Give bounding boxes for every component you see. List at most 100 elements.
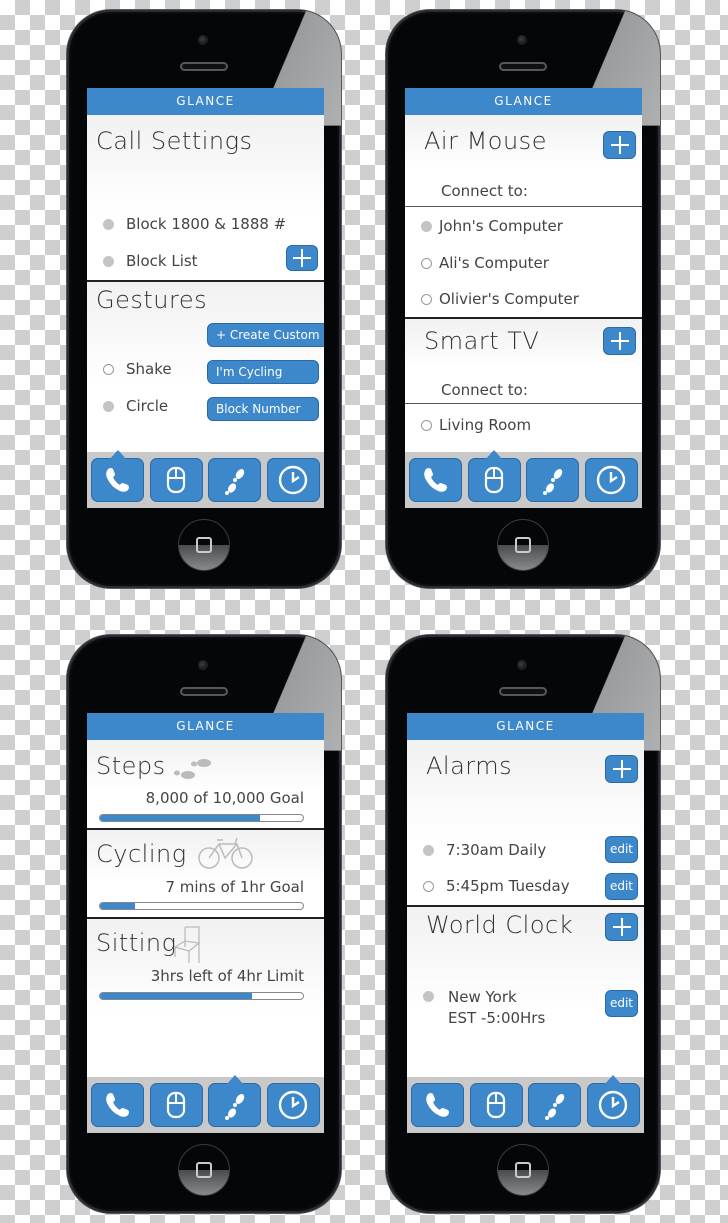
tab-calls[interactable] <box>91 450 144 502</box>
gesture-circle[interactable]: Circle <box>103 397 168 415</box>
tab-bar <box>87 1075 324 1133</box>
section-title: Gestures <box>96 286 208 314</box>
home-button[interactable] <box>178 1144 230 1196</box>
tab-clock[interactable] <box>584 458 638 502</box>
bicycle-icon <box>198 837 253 869</box>
gesture-label: Circle <box>126 397 169 415</box>
mouse-icon <box>159 1088 193 1122</box>
tab-mouse[interactable] <box>149 1083 203 1127</box>
radio-selected-icon[interactable] <box>103 255 114 267</box>
front-camera <box>517 660 527 670</box>
computer-john[interactable]: John's Computer <box>421 217 563 235</box>
footsteps-icon <box>538 1088 572 1122</box>
gesture-action-button[interactable]: Block Number <box>207 397 319 421</box>
computer-olivier[interactable]: Olivier's Computer <box>421 290 579 308</box>
create-custom-gesture-button[interactable]: + Create Custom <box>207 323 324 347</box>
metric-value: 3hrs left of 4hr Limit <box>150 967 304 985</box>
alarm-item[interactable]: 5:45pm Tuesday <box>423 877 570 895</box>
tab-bar <box>87 450 324 508</box>
radio-unselected-icon[interactable] <box>423 880 434 892</box>
home-square-icon <box>515 1162 531 1178</box>
tv-living-room[interactable]: Living Room <box>421 416 531 434</box>
tab-activity[interactable] <box>208 458 262 502</box>
gesture-shake[interactable]: Shake <box>103 360 172 378</box>
add-computer-button[interactable] <box>603 131 636 159</box>
radio-selected-icon[interactable] <box>423 991 434 1002</box>
add-block-list-button[interactable] <box>286 245 318 271</box>
tab-calls[interactable] <box>409 458 462 502</box>
home-square-icon <box>515 537 531 553</box>
option-block-1800[interactable]: Block 1800 & 1888 # <box>103 215 286 233</box>
section-title: Alarms <box>426 752 513 780</box>
edit-alarm-button[interactable]: edit <box>605 836 638 863</box>
call-settings-section: Call Settings Block 1800 & 1888 # Block … <box>87 115 324 282</box>
gesture-action-button[interactable]: I'm Cycling <box>207 360 319 384</box>
tab-clock[interactable] <box>266 458 320 502</box>
clock-icon <box>594 463 628 497</box>
phone-icon <box>101 463 135 497</box>
metric-value: 7 mins of 1hr Goal <box>165 878 304 896</box>
add-city-button[interactable] <box>605 913 638 941</box>
connect-to-label: Connect to: <box>441 182 528 200</box>
tab-clock[interactable] <box>586 1075 640 1127</box>
edit-alarm-button[interactable]: edit <box>605 873 638 900</box>
front-camera <box>517 35 527 45</box>
app-header: GLANCE <box>87 88 324 115</box>
screen: GLANCE Call Settings Block 1800 & 1888 #… <box>87 88 324 508</box>
city-name: New York <box>448 988 517 1006</box>
tab-activity[interactable] <box>528 1083 582 1127</box>
footsteps-icon <box>536 463 570 497</box>
radio-unselected-icon[interactable] <box>103 363 114 375</box>
tab-activity[interactable] <box>208 1075 262 1127</box>
computer-ali[interactable]: Ali's Computer <box>421 254 549 272</box>
clock-icon <box>276 463 310 497</box>
progress-bar <box>99 902 304 910</box>
tab-clock[interactable] <box>266 1083 320 1127</box>
phone-call-settings: GLANCE Call Settings Block 1800 & 1888 #… <box>67 10 341 588</box>
phone-icon <box>419 463 453 497</box>
earpiece-speaker <box>499 62 547 71</box>
radio-unselected-icon[interactable] <box>421 293 432 305</box>
timezone-offset: EST -5:00Hrs <box>448 1009 546 1027</box>
home-button[interactable] <box>178 519 230 571</box>
progress-bar <box>99 992 304 1000</box>
tab-activity[interactable] <box>526 458 580 502</box>
metric-title: Cycling <box>96 840 187 868</box>
phone-activity: GLANCE Steps 8,000 of 10,000 Goal Cyclin… <box>67 635 341 1213</box>
radio-unselected-icon[interactable] <box>421 257 432 269</box>
progress-bar <box>99 814 304 822</box>
front-camera <box>198 660 208 670</box>
progress-fill <box>100 993 253 999</box>
metric-title: Sitting <box>96 929 177 957</box>
option-block-list[interactable]: Block List <box>103 252 198 270</box>
tab-mouse[interactable] <box>469 1083 523 1127</box>
smart-tv-header: Smart TV Connect to: <box>405 319 642 404</box>
tab-mouse[interactable] <box>149 458 203 502</box>
home-button[interactable] <box>497 1144 549 1196</box>
earpiece-speaker <box>180 687 228 696</box>
radio-selected-icon[interactable] <box>103 218 114 230</box>
tab-calls[interactable] <box>91 1083 144 1127</box>
tv-list: Living Room <box>405 404 642 454</box>
tab-bar <box>405 450 642 508</box>
add-alarm-button[interactable] <box>605 755 638 783</box>
add-tv-button[interactable] <box>603 327 636 355</box>
radio-selected-icon[interactable] <box>421 220 432 232</box>
progress-fill <box>100 815 261 821</box>
footsteps-icon <box>174 759 211 779</box>
alarm-item[interactable]: 7:30am Daily <box>423 841 546 859</box>
radio-selected-icon[interactable] <box>103 400 114 412</box>
option-label: Block 1800 & 1888 # <box>126 215 287 233</box>
world-clock-item[interactable]: New York EST -5:00Hrs <box>423 987 545 1029</box>
edit-city-button[interactable]: edit <box>605 990 638 1017</box>
tab-calls[interactable] <box>411 1083 464 1127</box>
radio-selected-icon[interactable] <box>423 844 434 856</box>
clock-icon <box>276 1088 310 1122</box>
phone-alarms: GLANCE Alarms 7:30am Daily edit 5:45pm T… <box>386 635 660 1213</box>
computer-list: John's Computer Ali's Computer Olivier's… <box>405 207 642 319</box>
earpiece-speaker <box>180 62 228 71</box>
phone-icon <box>101 1088 135 1122</box>
tab-mouse[interactable] <box>467 450 521 502</box>
home-button[interactable] <box>497 519 549 571</box>
radio-unselected-icon[interactable] <box>421 419 432 431</box>
